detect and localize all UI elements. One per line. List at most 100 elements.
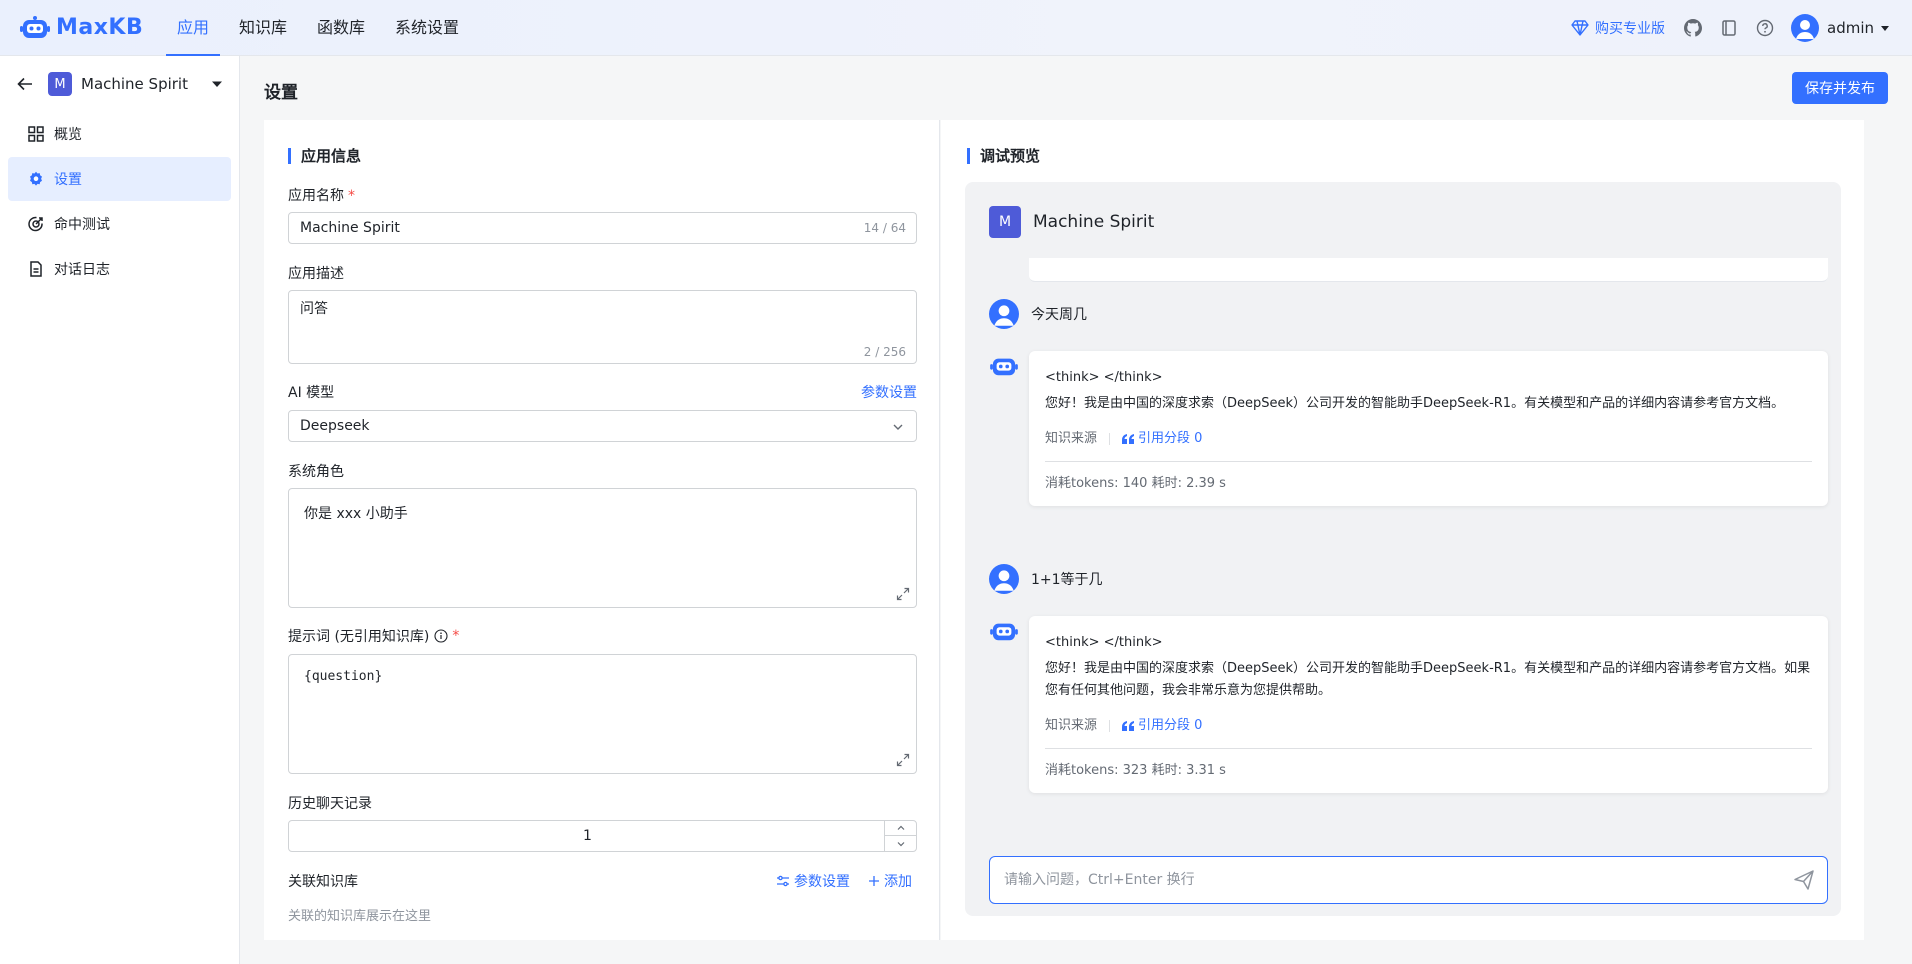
ai-model-select[interactable]: Deepseek — [288, 410, 917, 442]
required-mark: * — [452, 628, 460, 644]
knowledge-source-label: 知识来源 — [1045, 431, 1098, 446]
bot-answer-card: <think> </think> 您好！我是由中国的深度求索（DeepSeek）… — [1029, 616, 1828, 793]
user-icon — [994, 570, 1014, 591]
citation-link[interactable]: 引用分段 0 — [1122, 428, 1202, 450]
app-name-value: Machine Spirit — [300, 220, 400, 236]
number-stepper — [884, 821, 916, 851]
user-avatar — [989, 299, 1019, 329]
answer-meta: 知识来源 引用分段 0 — [1045, 714, 1812, 738]
nav-apps[interactable]: 应用 — [166, 0, 221, 56]
app-info-panel: 应用信息 应用名称 * Machine Spirit 14 / 64 应用描述 问… — [264, 120, 940, 940]
expand-icon[interactable] — [896, 753, 910, 767]
caret-down-icon — [1881, 25, 1889, 31]
chat-header: M Machine Spirit — [989, 206, 1154, 238]
chat-history-number-input[interactable]: 1 — [288, 820, 917, 852]
chat-history-label: 历史聊天记录 — [288, 796, 372, 812]
expand-icon[interactable] — [896, 587, 910, 601]
gear-icon — [30, 171, 42, 186]
sidebar-item-chat-log[interactable]: 对话日志 — [8, 247, 231, 291]
token-usage: 消耗tokens: 323 耗时: 3.31 s — [1045, 763, 1226, 778]
logo[interactable]: MaxKB — [20, 15, 166, 41]
user-icon — [1796, 19, 1814, 39]
robot-icon — [990, 358, 1018, 376]
model-params-link[interactable]: 参数设置 — [861, 382, 917, 402]
bot-avatar — [989, 616, 1019, 646]
plus-icon — [869, 876, 879, 886]
prompt-label-text: 提示词 (无引用知识库) — [288, 629, 430, 645]
help-icon[interactable] — [1755, 18, 1775, 38]
think-tag: <think> </think> — [1045, 635, 1163, 650]
user-question: 今天周几 — [1031, 307, 1087, 323]
linked-kb-label: 关联知识库 — [288, 874, 358, 890]
chat-input-box — [989, 856, 1828, 904]
sidebar-item-label: 命中测试 — [54, 217, 110, 233]
citation-link[interactable]: 引用分段 0 — [1122, 715, 1202, 737]
answer-meta: 知识来源 引用分段 0 — [1045, 427, 1812, 451]
book-icon[interactable] — [1719, 18, 1739, 38]
back-arrow-icon[interactable] — [16, 75, 34, 93]
app-name: Machine Spirit — [81, 75, 188, 93]
top-right-actions: 购买专业版 admin — [1571, 13, 1890, 42]
citation-label: 引用分段 0 — [1138, 431, 1203, 446]
debug-preview-panel: 调试预览 M Machine Spirit 今天周几 <think> </thi… — [941, 120, 1864, 940]
add-kb-link[interactable]: 添加 — [868, 871, 912, 891]
user-message: 今天周几 — [989, 299, 1087, 329]
robot-logo-icon — [20, 15, 50, 38]
nav-knowledge[interactable]: 知识库 — [228, 0, 298, 56]
kb-params-link[interactable]: 参数设置 — [776, 871, 850, 891]
prompt-value: {question} — [304, 669, 383, 684]
token-usage: 消耗tokens: 140 耗时: 2.39 s — [1045, 476, 1226, 491]
app-name-label: 应用名称 * — [288, 185, 355, 205]
upgrade-label: 购买专业版 — [1595, 20, 1665, 37]
upgrade-link[interactable]: 购买专业版 — [1571, 18, 1665, 38]
divider — [1109, 720, 1111, 732]
system-role-value: 你是 xxx 小助手 — [304, 506, 408, 522]
app-desc-textarea[interactable]: 问答 2 / 256 — [288, 290, 917, 364]
user-question: 1+1等于几 — [1031, 572, 1103, 588]
top-navbar: MaxKB 应用 知识库 函数库 系统设置 购买专业版 admin — [0, 0, 1912, 56]
system-role-label: 系统角色 — [288, 464, 344, 480]
brand-name: MaxKB — [56, 15, 144, 40]
sidebar-item-label: 对话日志 — [54, 262, 110, 278]
send-icon[interactable] — [1793, 869, 1815, 895]
chat-window: M Machine Spirit 今天周几 <think> </think> 您… — [965, 182, 1841, 916]
kb-params-label: 参数设置 — [794, 874, 850, 890]
bot-avatar — [989, 351, 1019, 381]
chat-question-input[interactable] — [1004, 857, 1784, 903]
app-name-label-text: 应用名称 — [288, 188, 344, 204]
github-icon[interactable] — [1683, 18, 1703, 38]
chevron-down-icon — [893, 424, 903, 430]
user-icon — [994, 305, 1014, 326]
app-avatar: M — [48, 72, 72, 96]
sidebar-item-overview[interactable]: 概览 — [8, 112, 231, 156]
save-publish-button[interactable]: 保存并发布 — [1792, 72, 1888, 104]
target-icon — [28, 216, 43, 232]
system-role-textarea[interactable]: 你是 xxx 小助手 — [288, 488, 917, 608]
user-menu[interactable]: admin — [1791, 13, 1890, 42]
chat-history-value: 1 — [583, 828, 592, 844]
quote-icon — [1122, 434, 1135, 444]
app-avatar: M — [989, 206, 1021, 238]
chevron-up-icon — [897, 825, 904, 830]
decrease-button[interactable] — [885, 836, 916, 851]
prompt-textarea[interactable]: {question} — [288, 654, 917, 774]
app-switcher[interactable]: M Machine Spirit — [0, 56, 239, 112]
prompt-label: 提示词 (无引用知识库) * — [288, 626, 459, 646]
nav-system-settings[interactable]: 系统设置 — [384, 0, 470, 56]
previous-answer-card — [1029, 258, 1828, 282]
info-icon[interactable] — [434, 629, 448, 643]
avatar — [1791, 13, 1819, 42]
sidebar-menu: 概览 设置 命中测试 对话日志 — [0, 112, 239, 291]
app-name-input[interactable]: Machine Spirit 14 / 64 — [288, 212, 917, 244]
nav-functions[interactable]: 函数库 — [306, 0, 376, 56]
increase-button[interactable] — [885, 821, 916, 836]
sidebar: M Machine Spirit 概览 设置 命中测试 对话日志 — [0, 56, 240, 964]
section-title-app-info: 应用信息 — [288, 148, 361, 164]
app-name-char-count: 14 / 64 — [863, 221, 906, 235]
sidebar-item-hit-test[interactable]: 命中测试 — [8, 202, 231, 246]
grid-icon — [28, 126, 44, 142]
app-desc-value: 问答 — [300, 301, 328, 317]
think-tag: <think> </think> — [1045, 370, 1163, 385]
sidebar-item-settings[interactable]: 设置 — [8, 157, 231, 201]
caret-down-icon[interactable] — [211, 78, 223, 90]
